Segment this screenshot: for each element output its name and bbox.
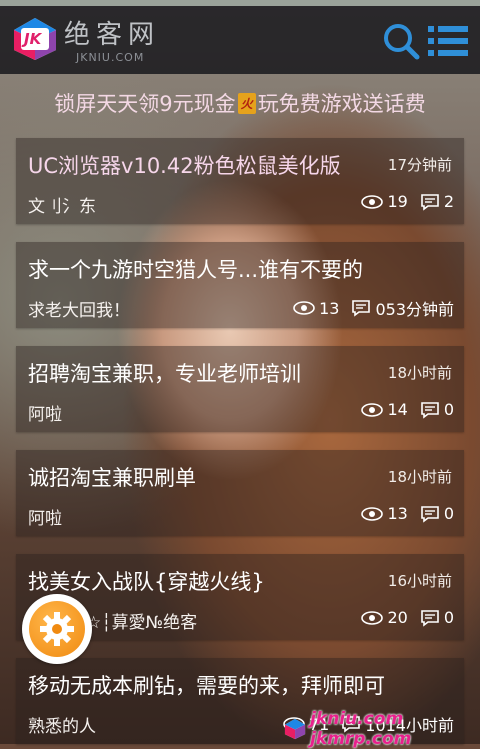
promo-banner[interactable]: 锁屏天天领9元现金 火 玩免费游戏送话费	[0, 74, 480, 132]
post-card[interactable]: 招聘淘宝兼职，专业老师培训 18小时前 阿啦 14 0	[16, 346, 464, 432]
comment-icon	[421, 609, 439, 627]
comment-icon	[352, 300, 371, 317]
comment-count: 053分钟前	[375, 300, 454, 319]
comment-icon	[421, 193, 439, 211]
promo-text-before: 锁屏天天领9元现金	[54, 92, 236, 116]
post-title[interactable]: 求一个九游时空猎人号...谁有不要的	[28, 254, 363, 284]
eye-icon	[293, 301, 315, 315]
post-time: 18小时前	[387, 468, 452, 486]
settings-fab-button[interactable]	[22, 594, 92, 664]
view-count: 20	[387, 608, 408, 627]
promo-text-after: 玩免费游戏送话费	[257, 92, 426, 116]
comment-icon	[421, 505, 439, 523]
view-count: 13	[387, 504, 408, 523]
post-card[interactable]: 诚招淘宝兼职刷单 18小时前 阿啦 13 0	[16, 450, 464, 536]
view-count: 14	[387, 400, 408, 419]
logo-badge-text: JK	[24, 30, 42, 48]
post-title[interactable]: 招聘淘宝兼职，专业老师培训	[28, 358, 301, 388]
post-stats: 14 0	[361, 400, 454, 419]
top-header: JK 绝客网 JKNIU.COM	[0, 6, 480, 74]
post-stats: 20 0	[361, 608, 454, 627]
post-time: 16小时前	[387, 572, 452, 590]
view-count: 13	[319, 298, 340, 318]
site-watermark: jkniu.com jkmrp.com	[284, 709, 480, 749]
comment-count: 0	[443, 400, 454, 419]
gear-icon	[40, 612, 74, 646]
post-card[interactable]: UC浏览器v10.42粉色松鼠美化版 17分钟前 文刂氵东 19 2	[16, 138, 464, 224]
watermark-text: jkniu.com jkmrp.com	[310, 709, 412, 749]
hot-badge: 火	[237, 92, 256, 114]
post-time: 17分钟前	[387, 156, 452, 174]
post-stats: 13 0	[361, 504, 454, 523]
eye-icon	[361, 194, 384, 209]
search-icon	[384, 24, 420, 60]
post-title[interactable]: 移动无成本刷钻，需要的来，拜师即可	[28, 670, 385, 700]
post-card[interactable]: 求一个九游时空猎人号...谁有不要的 求老大回我！ 13 053分钟前	[16, 242, 464, 328]
comment-count: 2	[443, 192, 454, 211]
post-author[interactable]: 求老大回我！	[28, 296, 130, 321]
post-title[interactable]: 诚招淘宝兼职刷单	[28, 462, 196, 492]
view-count: 19	[387, 192, 408, 211]
post-title[interactable]: UC浏览器v10.42粉色松鼠美化版	[28, 150, 341, 180]
logo-badge[interactable]: JK	[12, 16, 58, 62]
comment-count: 0	[443, 608, 454, 627]
comment-count: 0	[443, 504, 454, 523]
menu-button[interactable]	[428, 24, 468, 58]
post-author[interactable]: 熟悉的人	[28, 712, 96, 737]
watermark-logo-icon	[284, 718, 306, 740]
comment-icon	[421, 401, 439, 419]
list-menu-icon	[428, 26, 468, 56]
eye-icon	[361, 610, 384, 625]
post-time: 18小时前	[387, 364, 452, 382]
search-button[interactable]	[382, 22, 420, 60]
site-logo-text: 绝客网	[64, 20, 161, 50]
post-author[interactable]: 阿啦	[28, 504, 62, 529]
post-title[interactable]: 找美女入战队{穿越火线}	[28, 566, 265, 596]
fab-inner	[29, 601, 85, 657]
eye-icon	[361, 402, 384, 417]
post-author[interactable]: 阿啦	[28, 400, 62, 425]
site-logo-subtitle: JKNIU.COM	[76, 51, 145, 64]
post-author[interactable]: 文刂氵东	[28, 192, 96, 217]
eye-icon	[361, 506, 384, 521]
post-author[interactable]: ☆┆萛愛№绝客	[86, 608, 197, 633]
post-stats: 13 053分钟前	[293, 296, 454, 320]
post-stats: 19 2	[361, 192, 454, 211]
